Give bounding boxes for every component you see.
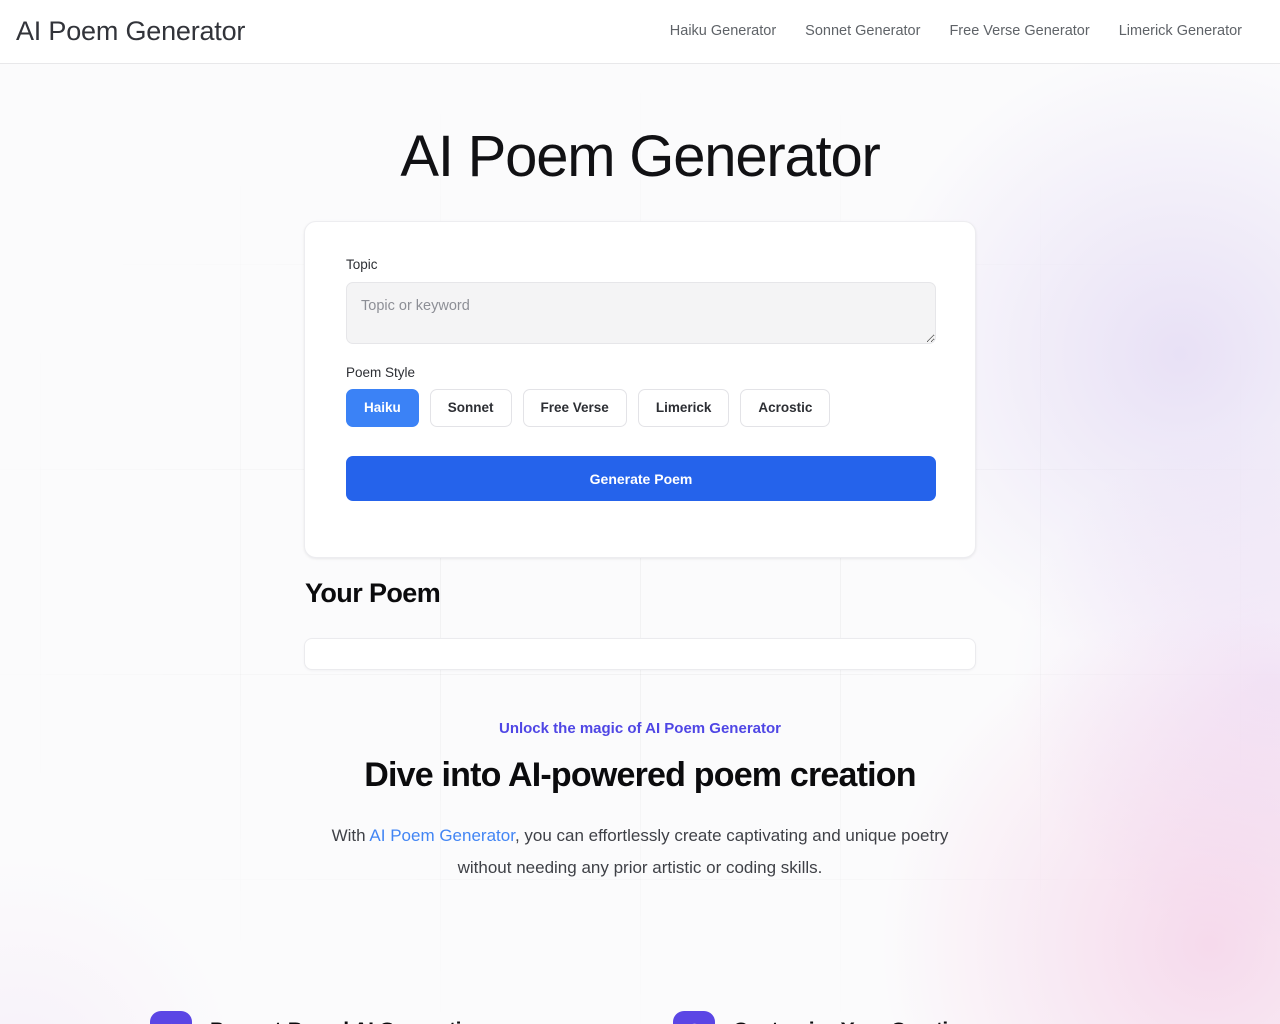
sparkle-icon xyxy=(150,1011,192,1024)
generator-card: Topic Poem Style Haiku Sonnet Free Verse… xyxy=(304,221,976,558)
desc-text-before: With xyxy=(331,826,370,845)
palette-icon xyxy=(673,1011,715,1024)
style-option-free-verse[interactable]: Free Verse xyxy=(522,389,627,427)
style-option-sonnet[interactable]: Sonnet xyxy=(429,389,512,427)
nav-link-limerick-generator[interactable]: Limerick Generator xyxy=(1119,24,1242,39)
poem-style-options: Haiku Sonnet Free Verse Limerick Acrosti… xyxy=(346,389,934,427)
marketing-title: Dive into AI-powered poem creation xyxy=(364,756,916,794)
page-title: AI Poem Generator xyxy=(400,124,880,189)
main-navigation: Haiku Generator Sonnet Generator Free Ve… xyxy=(670,24,1262,39)
brand-logo[interactable]: AI Poem Generator xyxy=(16,18,245,45)
nav-link-free-verse-generator[interactable]: Free Verse Generator xyxy=(949,24,1089,39)
marketing-inline-link[interactable]: AI Poem Generator xyxy=(369,826,515,845)
desc-text-after: , you can effortlessly create captivatin… xyxy=(457,826,949,878)
style-option-haiku[interactable]: Haiku xyxy=(346,389,419,427)
topic-input[interactable] xyxy=(346,281,936,344)
feature-title: Prompt-Based AI Generation xyxy=(210,1011,486,1024)
style-option-limerick[interactable]: Limerick xyxy=(637,389,730,427)
nav-link-haiku-generator[interactable]: Haiku Generator xyxy=(670,24,776,39)
site-header: AI Poem Generator Haiku Generator Sonnet… xyxy=(0,0,1280,64)
feature-card-customize-your-creation: Customize Your Creation xyxy=(673,1011,1130,1024)
marketing-section: Unlock the magic of AI Poem Generator Di… xyxy=(0,721,1280,885)
result-section: Your Poem xyxy=(304,580,976,670)
feature-title: Customize Your Creation xyxy=(733,1011,973,1024)
feature-list: Prompt-Based AI Generation Customize You… xyxy=(150,1011,1130,1024)
topic-label: Topic xyxy=(346,257,378,272)
feature-card-prompt-based-ai-generation: Prompt-Based AI Generation xyxy=(150,1011,607,1024)
poem-style-label: Poem Style xyxy=(346,364,416,380)
style-option-acrostic[interactable]: Acrostic xyxy=(740,389,831,427)
page-body: AI Poem Generator Topic Poem Style Haiku… xyxy=(0,64,1280,1024)
marketing-description: With AI Poem Generator, you can effortle… xyxy=(310,820,970,885)
poem-output-box[interactable] xyxy=(304,638,976,670)
generate-poem-button[interactable]: Generate Poem xyxy=(346,456,936,501)
page-content: AI Poem Generator Topic Poem Style Haiku… xyxy=(0,64,1280,885)
nav-link-sonnet-generator[interactable]: Sonnet Generator xyxy=(805,24,920,39)
result-heading: Your Poem xyxy=(305,578,441,608)
marketing-eyebrow: Unlock the magic of AI Poem Generator xyxy=(498,720,781,737)
